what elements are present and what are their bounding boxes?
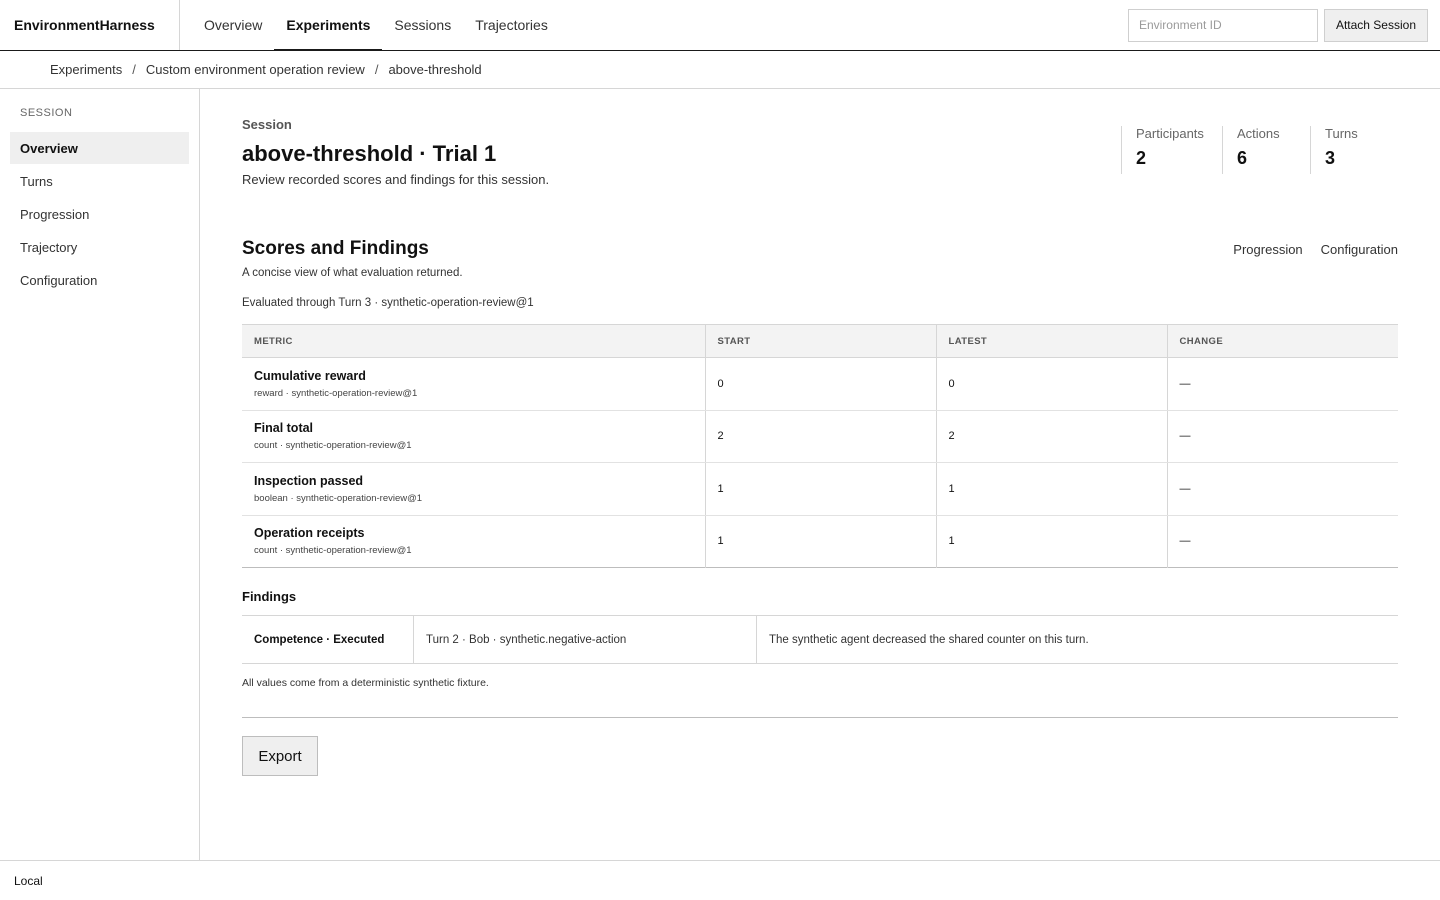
topbar-actions: Attach Session — [1127, 0, 1440, 50]
export-button[interactable]: Export — [242, 736, 318, 776]
sidebar: SESSION Overview Turns Progression Traje… — [0, 89, 200, 860]
start-value: 0 — [704, 357, 936, 411]
column-header-latest: LATEST — [935, 324, 1167, 358]
table-row: Final total count · synthetic-operation-… — [242, 410, 1398, 463]
top-nav: Overview Experiments Sessions Trajectori… — [192, 0, 560, 51]
metric-cell: Final total count · synthetic-operation-… — [242, 410, 705, 463]
section-links: Progression Configuration — [1233, 242, 1398, 257]
session-stats: Participants 2 Actions 6 Turns 3 — [1121, 126, 1398, 174]
latest-value: 2 — [935, 410, 1167, 463]
metric-name: Final total — [254, 421, 314, 436]
metric-name: Cumulative reward — [254, 368, 366, 383]
fixture-note: All values come from a deterministic syn… — [242, 677, 489, 689]
environment-id-input[interactable] — [1127, 8, 1318, 42]
stat-value: 6 — [1237, 148, 1248, 168]
progression-link[interactable]: Progression — [1233, 242, 1302, 257]
breadcrumb-current: above-threshold — [388, 62, 482, 77]
finding-row: Competence · Executed Turn 2 · Bob · syn… — [242, 615, 1398, 664]
top-bar: EnvironmentHarness Overview Experiments … — [0, 0, 1440, 51]
stat-label: Participants — [1136, 126, 1204, 141]
metric-name: Operation receipts — [254, 526, 365, 541]
latest-value: 1 — [935, 515, 1167, 568]
stat-value: 2 — [1136, 148, 1147, 168]
table-row: Cumulative reward reward · synthetic-ope… — [242, 357, 1398, 411]
page-title: above-threshold · Trial 1 — [242, 141, 497, 166]
finding-source: Turn 2 · Bob · synthetic.negative-action — [413, 616, 756, 663]
sidebar-item-progression[interactable]: Progression — [10, 198, 189, 230]
metric-cell: Inspection passed boolean · synthetic-op… — [242, 462, 705, 516]
app-brand[interactable]: EnvironmentHarness — [0, 0, 180, 50]
stat-label: Turns — [1325, 126, 1358, 141]
topnav-sessions[interactable]: Sessions — [382, 0, 463, 50]
topnav-trajectories[interactable]: Trajectories — [463, 0, 560, 50]
table-header-row: METRIC START LATEST CHANGE — [242, 324, 1398, 358]
breadcrumb-separator: / — [132, 62, 136, 77]
section-title: Scores and Findings — [242, 238, 429, 259]
column-header-start: START — [704, 324, 936, 358]
breadcrumb-experiments[interactable]: Experiments — [50, 62, 122, 77]
latest-value: 1 — [935, 462, 1167, 516]
topnav-overview[interactable]: Overview — [192, 0, 274, 50]
metric-source: reward · synthetic-operation-review@1 — [254, 387, 418, 399]
change-value: — — [1166, 462, 1398, 516]
sidebar-item-trajectory[interactable]: Trajectory — [10, 231, 189, 263]
configuration-link[interactable]: Configuration — [1321, 242, 1398, 257]
change-value: — — [1166, 515, 1398, 568]
stat-value: 3 — [1325, 148, 1336, 168]
stat-turns: Turns 3 — [1310, 126, 1398, 174]
metric-cell: Operation receipts count · synthetic-ope… — [242, 515, 705, 568]
start-value: 1 — [704, 462, 936, 516]
finding-kind: Competence · Executed — [254, 633, 385, 646]
footer: Local — [0, 860, 1440, 900]
topnav-experiments[interactable]: Experiments — [274, 0, 383, 51]
stat-label: Actions — [1237, 126, 1280, 141]
start-value: 2 — [704, 410, 936, 463]
metric-source: count · synthetic-operation-review@1 — [254, 440, 412, 452]
sidebar-item-overview[interactable]: Overview — [10, 132, 189, 164]
stat-participants: Participants 2 — [1121, 126, 1222, 174]
evaluated-note: Evaluated through Turn 3 · synthetic-ope… — [242, 297, 534, 309]
breadcrumb-separator: / — [374, 62, 379, 77]
column-header-metric: METRIC — [242, 324, 705, 358]
section-description: A concise view of what evaluation return… — [242, 267, 463, 279]
table-row: Inspection passed boolean · synthetic-op… — [242, 462, 1398, 516]
column-header-change: CHANGE — [1166, 324, 1398, 358]
breadcrumb: Experiments / Custom environment operati… — [0, 51, 1440, 89]
findings-title: Findings — [242, 589, 297, 604]
metric-name: Inspection passed — [254, 473, 364, 488]
latest-value: 0 — [935, 357, 1167, 411]
table-row: Operation receipts count · synthetic-ope… — [242, 515, 1398, 568]
page-description: Review recorded scores and findings for … — [242, 172, 550, 187]
session-label: Session — [242, 117, 292, 132]
sidebar-heading: SESSION — [20, 107, 73, 119]
metric-source: boolean · synthetic-operation-review@1 — [254, 492, 423, 504]
breadcrumb-experiment[interactable]: Custom environment operation review — [146, 62, 365, 77]
metric-source: count · synthetic-operation-review@1 — [254, 545, 412, 557]
footer-label: Local — [14, 873, 43, 888]
metric-cell: Cumulative reward reward · synthetic-ope… — [242, 357, 705, 411]
sidebar-item-configuration[interactable]: Configuration — [10, 264, 189, 296]
divider — [242, 717, 1398, 718]
finding-text: The synthetic agent decreased the shared… — [756, 616, 1398, 663]
stat-actions: Actions 6 — [1222, 126, 1310, 174]
change-value: — — [1166, 410, 1398, 463]
metrics-table: METRIC START LATEST CHANGE Cumulative re… — [242, 324, 1398, 568]
change-value: — — [1166, 357, 1398, 411]
attach-session-button[interactable]: Attach Session — [1323, 8, 1428, 42]
start-value: 1 — [704, 515, 936, 568]
sidebar-item-turns[interactable]: Turns — [10, 165, 189, 197]
